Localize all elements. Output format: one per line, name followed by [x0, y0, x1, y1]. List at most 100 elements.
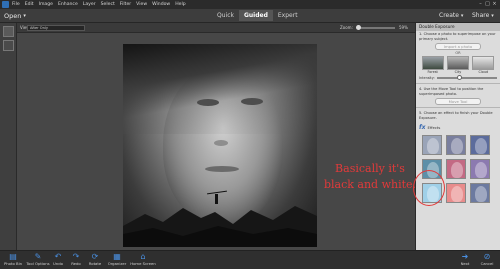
- tool-bar: [0, 23, 17, 250]
- effect-thumbnail[interactable]: [446, 134, 466, 155]
- import-photo-button[interactable]: Import a photo: [435, 43, 481, 51]
- zoom-slider-knob[interactable]: [356, 25, 361, 30]
- zoom-tool-icon[interactable]: [3, 26, 14, 37]
- menu-select[interactable]: Select: [101, 0, 115, 9]
- rotate-icon: ⟳: [91, 252, 99, 261]
- menu-window[interactable]: Window: [152, 0, 170, 9]
- fx-icon: fx: [419, 123, 426, 131]
- chevron-down-icon: ▾: [23, 13, 26, 19]
- mode-tabs: Quick Guided Expert: [212, 10, 303, 21]
- step-4-text: 4. Use the Move Tool to position the sup…: [419, 87, 484, 96]
- photo-bin-icon: ▤: [9, 252, 17, 261]
- menu-edit[interactable]: Edit: [25, 0, 34, 9]
- intensity-slider-knob[interactable]: [456, 75, 462, 81]
- menu-image[interactable]: Image: [39, 0, 53, 9]
- share-button[interactable]: Share ▾: [472, 11, 494, 21]
- double-exposure-photo[interactable]: [123, 44, 317, 247]
- intensity-control: Intensity:: [416, 75, 500, 81]
- photo-editor-window: File Edit Image Enhance Layer Select Fil…: [0, 0, 500, 269]
- photo-left-eye: [197, 99, 219, 106]
- cloud-thumbnail: [472, 56, 495, 71]
- zoom-label: Zoom:: [340, 25, 353, 30]
- canvas-area: Basically it's black and white.: [17, 33, 416, 250]
- menu-enhance[interactable]: Enhance: [58, 0, 78, 9]
- tab-guided[interactable]: Guided: [238, 10, 273, 21]
- open-button[interactable]: Open ▾: [4, 11, 26, 21]
- cancel-label: Cancel: [480, 261, 494, 266]
- menu-file[interactable]: File: [12, 0, 20, 9]
- create-button[interactable]: Create ▾: [439, 11, 463, 21]
- effect-thumbnail[interactable]: [470, 182, 490, 203]
- menu-filter[interactable]: Filter: [120, 0, 131, 9]
- photo-figure: [215, 194, 218, 204]
- effect-thumbnail[interactable]: [422, 134, 442, 155]
- step-5-text: 5. Choose an effect to finish your Doubl…: [419, 111, 493, 120]
- effect-thumbnail[interactable]: [446, 182, 466, 203]
- cancel-button[interactable]: ⊘ Cancel: [474, 252, 500, 267]
- view-options-bar: View: After Only Zoom: 59%: [0, 23, 415, 33]
- tool-options-icon: ✎: [34, 252, 42, 261]
- city-thumbnail: [446, 56, 469, 71]
- move-tool-button[interactable]: Move Tool: [435, 98, 481, 106]
- redo-icon: ↷: [72, 252, 80, 261]
- window-controls: – □ ×: [477, 0, 498, 9]
- photo-bin-button[interactable]: ▤ Photo Bin: [0, 252, 26, 267]
- zoom-value: 59%: [399, 25, 408, 30]
- menu-bar: File Edit Image Enhance Layer Select Fil…: [0, 0, 500, 9]
- preset-cloud[interactable]: Cloud: [472, 56, 495, 75]
- chevron-down-icon: ▾: [491, 13, 494, 19]
- preset-label: Cloud: [478, 70, 489, 75]
- organizer-button[interactable]: ▦ Organizer: [104, 252, 130, 267]
- minimize-icon[interactable]: –: [477, 0, 484, 9]
- menu-view[interactable]: View: [136, 0, 147, 9]
- panel-title: Double Exposure: [416, 23, 500, 31]
- app-logo-icon: [2, 1, 9, 8]
- share-label: Share: [472, 12, 490, 19]
- forest-thumbnail: [421, 56, 444, 71]
- preset-thumbnails: Forest City Cloud: [416, 55, 500, 75]
- intensity-slider[interactable]: [436, 75, 497, 81]
- highlight-circle: [413, 170, 445, 206]
- effect-thumbnail[interactable]: [446, 158, 466, 179]
- photo-mountains: [123, 206, 317, 247]
- preset-city[interactable]: City: [446, 56, 469, 75]
- preset-forest[interactable]: Forest: [421, 56, 444, 75]
- next-icon: ➜: [461, 252, 469, 261]
- organizer-icon: ▦: [113, 252, 121, 261]
- preset-label: City: [454, 70, 462, 75]
- photo-right-eye: [241, 98, 263, 105]
- maximize-icon[interactable]: □: [484, 0, 491, 9]
- create-label: Create: [439, 12, 459, 19]
- cancel-icon: ⊘: [483, 252, 491, 261]
- menu-help[interactable]: Help: [175, 0, 185, 9]
- organizer-label: Organizer: [107, 261, 127, 266]
- annotation-text: Basically it's black and white.: [323, 162, 417, 191]
- bottom-bar: ▤ Photo Bin ✎ Tool Options ↶ Undo ↷ Redo…: [0, 250, 500, 269]
- effects-header: fx Effects: [416, 122, 500, 133]
- tab-expert[interactable]: Expert: [273, 10, 303, 21]
- effect-thumbnail[interactable]: [470, 134, 490, 155]
- preset-label: Forest: [427, 70, 438, 75]
- effect-thumbnail[interactable]: [470, 158, 490, 179]
- chevron-down-icon: ▾: [460, 13, 464, 19]
- hand-tool-icon[interactable]: [3, 40, 14, 51]
- divider: [416, 107, 500, 109]
- photo-hair: [123, 44, 317, 134]
- photo-mouth: [205, 166, 239, 172]
- mode-bar: Open ▾ Quick Guided Expert Create ▾ Shar…: [0, 9, 500, 23]
- intensity-label: Intensity:: [419, 76, 435, 81]
- tab-quick[interactable]: Quick: [212, 10, 239, 21]
- divider: [416, 83, 500, 85]
- undo-icon: ↶: [54, 252, 62, 261]
- view-select[interactable]: After Only: [27, 25, 85, 31]
- guided-panel: Double Exposure 1. Choose a photo to sup…: [415, 23, 500, 250]
- step-1-text: 1. Choose a photo to superimpose on your…: [419, 32, 496, 41]
- home-screen-button[interactable]: ⌂ Home Screen: [130, 252, 156, 267]
- menu-layer[interactable]: Layer: [83, 0, 96, 9]
- home-screen-label: Home Screen: [130, 261, 156, 266]
- zoom-slider[interactable]: [357, 27, 395, 29]
- photo-bin-label: Photo Bin: [3, 261, 23, 266]
- open-label: Open: [4, 12, 22, 20]
- effects-label: Effects: [427, 124, 441, 130]
- close-icon[interactable]: ×: [491, 0, 498, 9]
